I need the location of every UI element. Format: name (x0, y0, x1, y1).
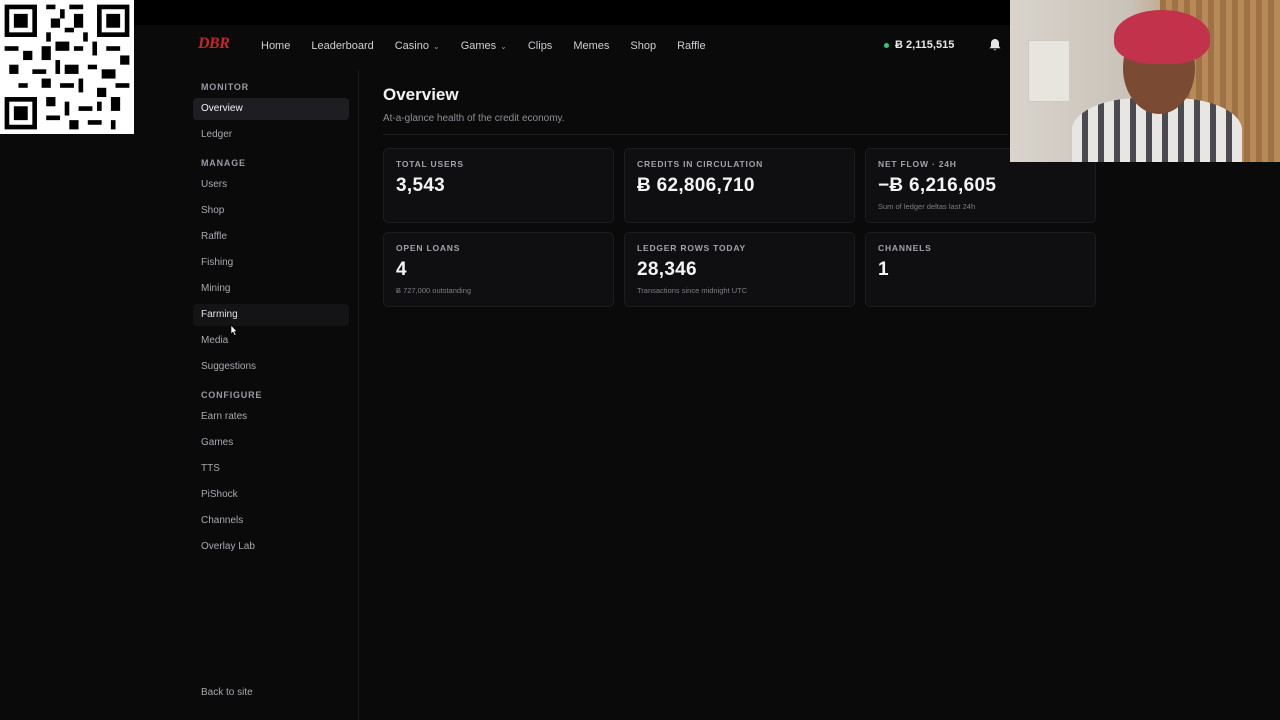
nav-shop[interactable]: Shop (630, 40, 656, 52)
stat-label: CHANNELS (878, 243, 932, 253)
section-title-monitor: MONITOR (201, 82, 249, 92)
nav-memes[interactable]: Memes (573, 40, 609, 52)
sidebar-item-raffle[interactable]: Raffle (193, 226, 349, 248)
back-to-site-link[interactable]: Back to site (201, 687, 253, 698)
bell-icon[interactable] (987, 37, 1003, 53)
chevron-down-icon: ⌄ (432, 41, 440, 51)
nav-raffle[interactable]: Raffle (677, 40, 706, 52)
stat-value: Ƀ 62,806,710 (637, 175, 755, 196)
background-frame (1028, 40, 1070, 102)
sidebar-item-shop[interactable]: Shop (193, 200, 349, 222)
sidebar-item-media[interactable]: Media (193, 330, 349, 352)
sidebar-item-fishing[interactable]: Fishing (193, 252, 349, 274)
stat-label: TOTAL USERS (396, 159, 464, 169)
online-status-dot (884, 42, 889, 48)
qr-code (0, 0, 134, 134)
nav-clips[interactable]: Clips (528, 40, 552, 52)
stat-label: CREDITS IN CIRCULATION (637, 159, 764, 169)
chevron-down-icon: ⌄ (500, 41, 507, 51)
admin-sidebar: MONITOR Overview Ledger MANAGE Users Sho… (190, 70, 359, 720)
mouse-cursor-icon (230, 324, 238, 336)
section-title-manage: MANAGE (201, 158, 246, 168)
sidebar-item-suggestions[interactable]: Suggestions (193, 356, 349, 378)
section-title-configure: CONFIGURE (201, 390, 263, 400)
sidebar-item-overlay-lab[interactable]: Overlay Lab (193, 536, 349, 558)
stat-subtext: Ƀ 727,000 outstanding (396, 286, 472, 295)
sidebar-item-tts[interactable]: TTS (193, 458, 349, 480)
sidebar-item-games[interactable]: Games (193, 432, 349, 454)
stat-value: 3,543 (396, 175, 446, 196)
main-nav: Home Leaderboard Casino ⌄ Games ⌄ Clips Me… (261, 40, 727, 52)
page-subtitle: At-a-glance health of the credit economy… (383, 113, 565, 124)
balance-value: Ƀ 2,115,515 (895, 39, 955, 51)
stat-value: −Ƀ 6,216,605 (878, 175, 997, 196)
sidebar-item-ledger[interactable]: Ledger (193, 124, 349, 146)
webcam-overlay (1010, 0, 1280, 162)
sidebar-item-farming[interactable]: Farming (193, 304, 349, 326)
sidebar-item-overview[interactable]: Overview (193, 98, 349, 120)
credit-balance[interactable]: Ƀ 2,115,515 (884, 39, 954, 51)
main-content: Overview At-a-glance health of the credi… (383, 85, 1098, 307)
stat-value: 4 (396, 259, 407, 280)
streamer-hair (1114, 10, 1210, 64)
stat-value: 28,346 (637, 259, 697, 280)
sidebar-item-earn-rates[interactable]: Earn rates (193, 406, 349, 428)
stat-card-channels: CHANNELS 1 (865, 232, 1096, 307)
stat-card-ledger-rows-today: LEDGER ROWS TODAY 28,346 Transactions si… (624, 232, 855, 307)
sidebar-item-pishock[interactable]: PiShock (193, 484, 349, 506)
stat-label: LEDGER ROWS TODAY (637, 243, 747, 253)
stat-label: OPEN LOANS (396, 243, 461, 253)
stat-subtext: Transactions since midnight UTC (637, 286, 748, 295)
stat-card-total-users: TOTAL USERS 3,543 (383, 148, 614, 223)
sidebar-item-channels[interactable]: Channels (193, 510, 349, 532)
stat-value: 1 (878, 259, 889, 280)
top-navigation: DBR Home Leaderboard Casino ⌄ Games ⌄ Clip… (190, 25, 1020, 67)
stat-card-open-loans: OPEN LOANS 4 Ƀ 727,000 outstanding (383, 232, 614, 307)
nav-home[interactable]: Home (261, 40, 290, 52)
stat-subtext: Sum of ledger deltas last 24h (878, 202, 976, 211)
nav-games[interactable]: Games ⌄ (461, 40, 507, 52)
sidebar-item-mining[interactable]: Mining (193, 278, 349, 300)
page-title: Overview (383, 85, 459, 104)
nav-leaderboard[interactable]: Leaderboard (311, 40, 373, 52)
stat-card-credits-in-circulation: CREDITS IN CIRCULATION Ƀ 62,806,710 (624, 148, 855, 223)
site-logo[interactable]: DBR (198, 35, 230, 53)
nav-casino[interactable]: Casino ⌄ (395, 40, 440, 52)
sidebar-item-users[interactable]: Users (193, 174, 349, 196)
header-divider (383, 134, 1008, 135)
